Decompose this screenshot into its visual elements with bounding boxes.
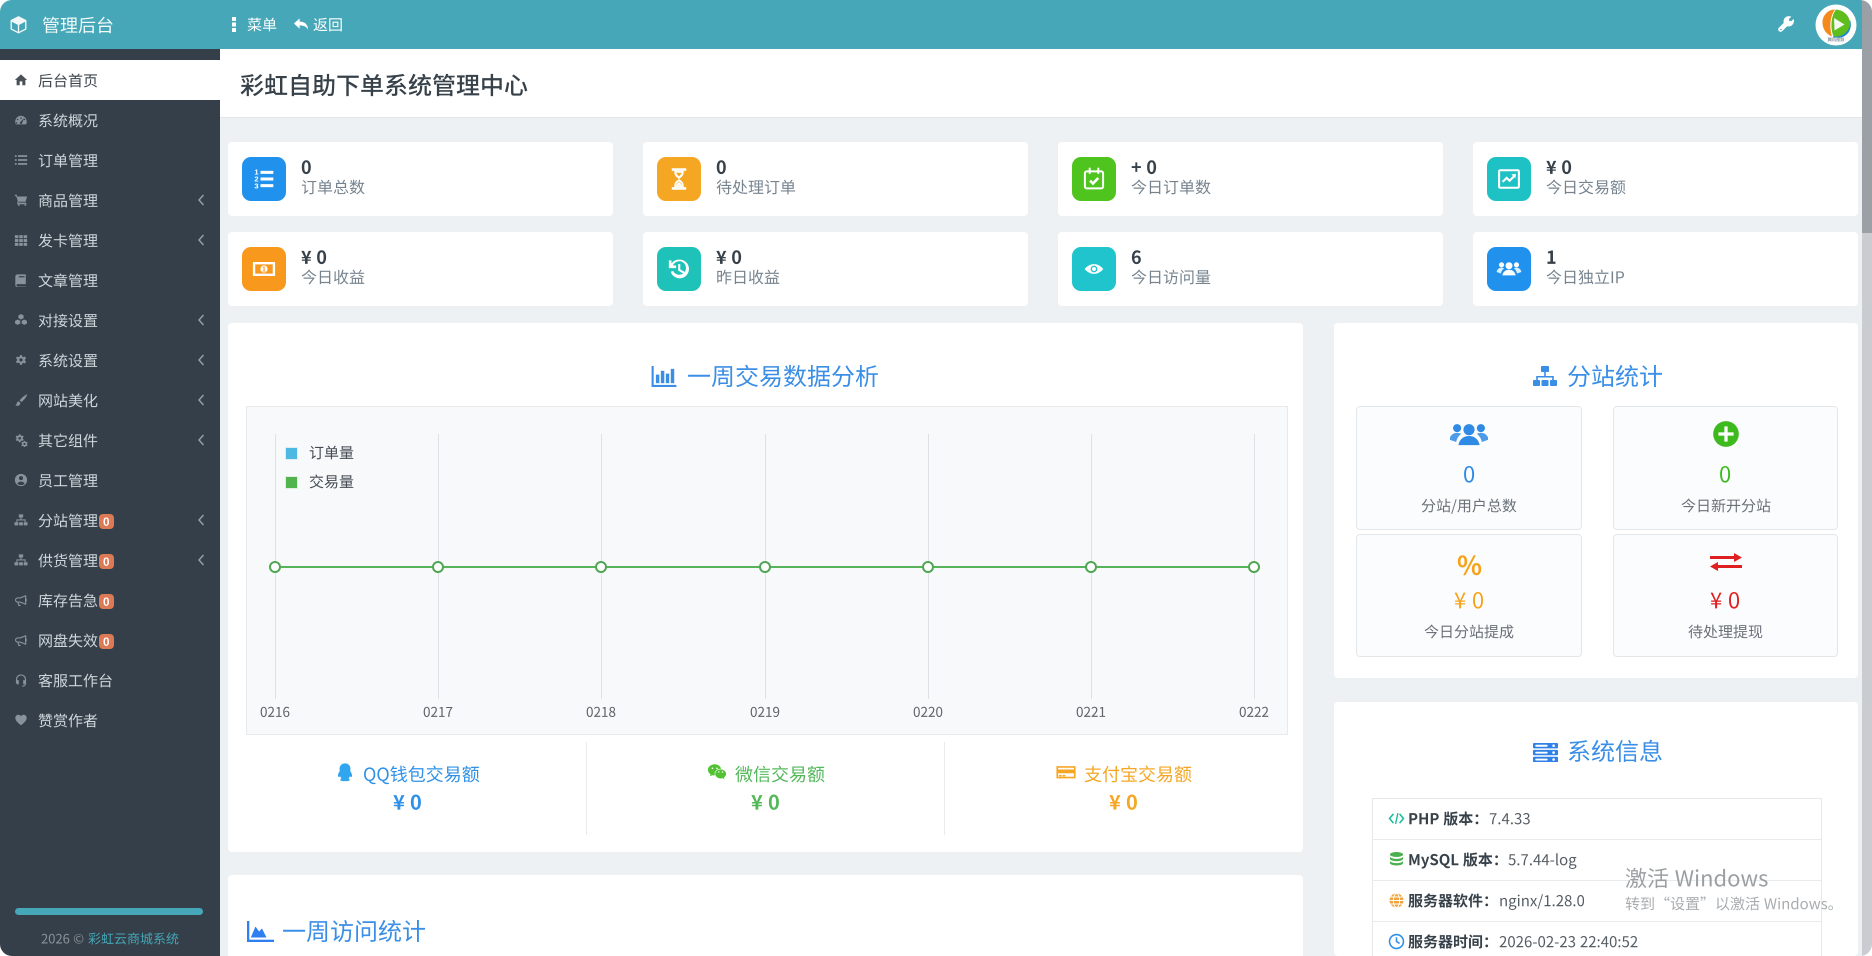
svg-text:3: 3 <box>254 182 258 191</box>
svg-text:腾讯视频: 腾讯视频 <box>1828 36 1846 43</box>
svg-text:1: 1 <box>262 267 266 274</box>
